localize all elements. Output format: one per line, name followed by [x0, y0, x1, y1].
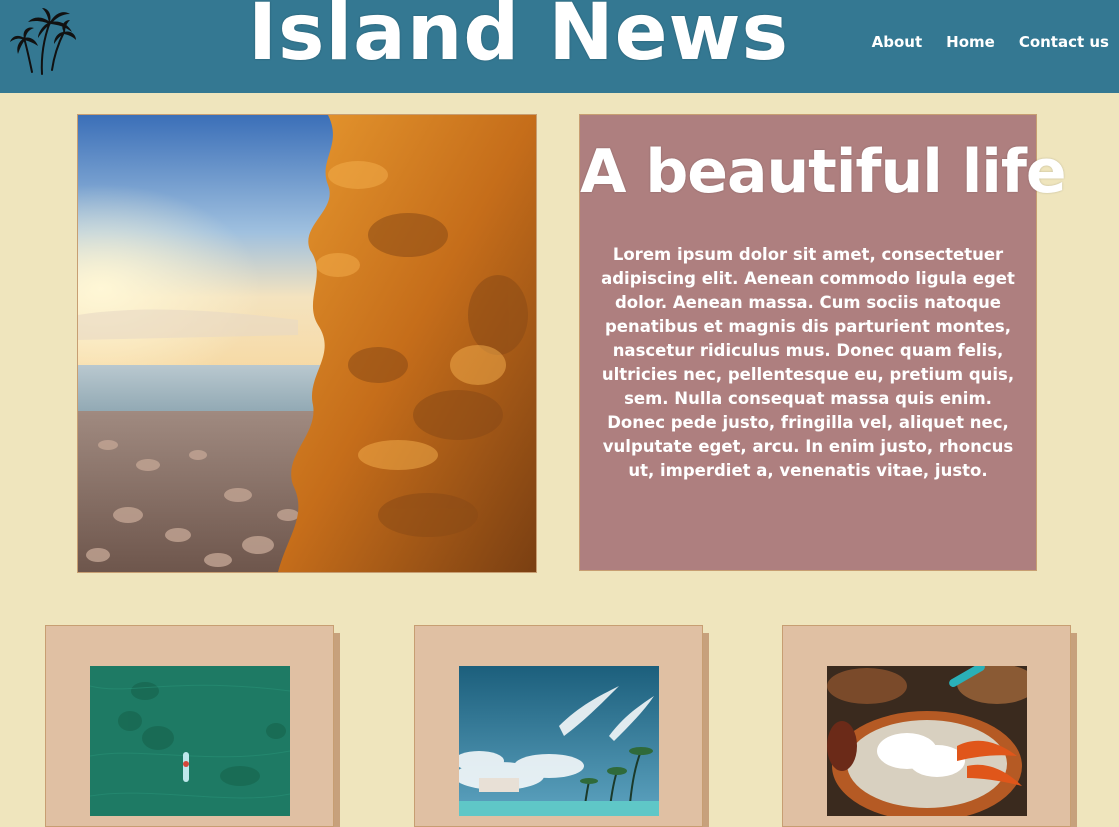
- food-plate-photo: [827, 666, 1027, 816]
- card-1-photo[interactable]: [90, 666, 290, 816]
- palm-trees-icon[interactable]: [8, 8, 76, 78]
- site-header: Island News About Home Contact us: [0, 0, 1119, 93]
- main-nav: About Home Contact us: [848, 33, 1109, 51]
- hero-image: [77, 114, 537, 573]
- hero-text-panel: A beautiful life Lorem ipsum dolor sit a…: [579, 114, 1067, 571]
- site-title: Island News: [248, 0, 790, 78]
- nav-about-link[interactable]: About: [872, 33, 923, 51]
- paddleboard-ocean-photo: [90, 666, 290, 816]
- nav-contact-link[interactable]: Contact us: [1019, 33, 1109, 51]
- card-2-photo[interactable]: [459, 666, 659, 816]
- nav-home-link[interactable]: Home: [946, 33, 995, 51]
- rocky-beach-sunset-photo: [78, 115, 536, 572]
- card-3-photo[interactable]: [827, 666, 1027, 816]
- hero-heading: A beautiful life: [580, 137, 1067, 207]
- tropical-beach-photo: [459, 666, 659, 816]
- hero-body-text: Lorem ipsum dolor sit amet, consectetuer…: [601, 245, 1015, 480]
